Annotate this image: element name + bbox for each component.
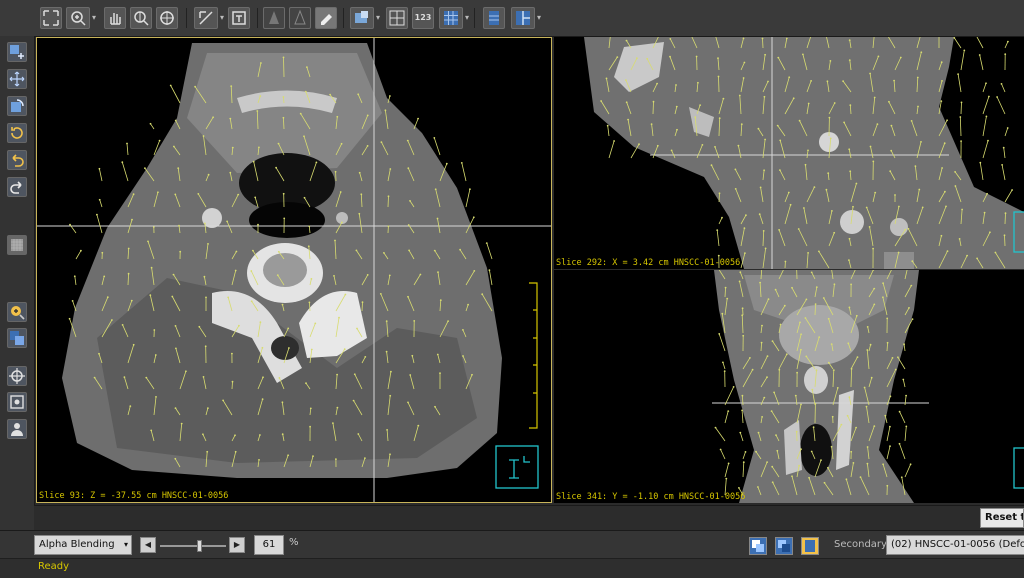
move-icon[interactable] bbox=[7, 69, 27, 89]
secondary-image-select[interactable]: (02) HNSCC-01-0056 (Defor bbox=[886, 535, 1024, 555]
divider bbox=[186, 8, 187, 28]
layer-toggle-icon[interactable] bbox=[749, 537, 767, 555]
axial-view[interactable]: Slice 93: Z = -37.55 cm HNSCC-01-0056 bbox=[36, 37, 552, 503]
rotate-view-icon[interactable] bbox=[7, 96, 27, 116]
opacity-slider[interactable] bbox=[160, 545, 226, 547]
divider bbox=[257, 8, 258, 28]
status-text: Ready bbox=[38, 561, 69, 572]
chevron-down-icon[interactable]: ▾ bbox=[374, 8, 382, 28]
coronal-ct-image bbox=[554, 270, 1024, 503]
sagittal-ct-image bbox=[554, 37, 1024, 269]
person-icon[interactable] bbox=[7, 419, 27, 439]
zoom-icon[interactable]: ▾ bbox=[66, 7, 90, 29]
single-column-icon[interactable] bbox=[483, 7, 505, 29]
main-toolbar: ▾ ▾ ▾ 123 ▾ ▾ bbox=[0, 0, 1024, 37]
coronal-slice-label: Slice 341: Y = -1.10 cm HNSCC-01-0056 bbox=[556, 492, 745, 502]
add-window-icon[interactable] bbox=[7, 42, 27, 62]
blend-control-bar: Alpha Blending ▾ ◀ ▶ 61 % Secondary (02)… bbox=[0, 530, 1024, 559]
texture-icon[interactable] bbox=[7, 235, 27, 255]
layer-back-icon[interactable] bbox=[801, 537, 819, 555]
left-toolbar bbox=[0, 36, 35, 556]
cone-outline-icon[interactable] bbox=[289, 7, 311, 29]
coronal-view[interactable]: Slice 341: Y = -1.10 cm HNSCC-01-0056 bbox=[554, 270, 1024, 503]
chevron-down-icon[interactable]: ▾ bbox=[90, 8, 98, 28]
split-layout-icon[interactable]: ▾ bbox=[511, 7, 535, 29]
crosshair-target-icon[interactable] bbox=[156, 7, 178, 29]
grid-select-icon[interactable]: ▾ bbox=[350, 7, 374, 29]
layer-front-icon[interactable] bbox=[775, 537, 793, 555]
chevron-down-icon[interactable]: ▾ bbox=[463, 8, 471, 28]
fit-icon[interactable] bbox=[40, 7, 62, 29]
chevron-down-icon: ▾ bbox=[124, 536, 128, 554]
zoom-plus-icon[interactable] bbox=[7, 302, 27, 322]
opacity-slider-thumb[interactable] bbox=[197, 540, 202, 552]
slider-left-button[interactable]: ◀ bbox=[140, 537, 156, 553]
sagittal-view[interactable]: Slice 292: X = 3.42 cm HNSCC-01-0056 bbox=[554, 37, 1024, 269]
divider bbox=[343, 8, 344, 28]
crosshair-icon[interactable] bbox=[7, 366, 27, 386]
sagittal-slice-label: Slice 292: X = 3.42 cm HNSCC-01-0056 bbox=[556, 258, 740, 268]
divider bbox=[474, 8, 475, 28]
copy-layers-icon[interactable] bbox=[7, 328, 27, 348]
pan-icon[interactable] bbox=[104, 7, 126, 29]
axial-slice-label: Slice 93: Z = -37.55 cm HNSCC-01-0056 bbox=[39, 491, 228, 501]
opacity-unit: % bbox=[289, 537, 299, 548]
slider-right-button[interactable]: ▶ bbox=[229, 537, 245, 553]
window-level-icon[interactable] bbox=[130, 7, 152, 29]
eraser-icon[interactable] bbox=[315, 7, 337, 29]
grid-icon[interactable]: ▾ bbox=[439, 7, 463, 29]
crosshair-layout-icon[interactable] bbox=[386, 7, 408, 29]
opacity-input[interactable]: 61 bbox=[254, 535, 284, 555]
chevron-down-icon[interactable]: ▾ bbox=[535, 8, 543, 28]
undo-icon[interactable] bbox=[7, 150, 27, 170]
status-bar: Ready bbox=[0, 558, 1024, 578]
axial-ct-image bbox=[37, 38, 551, 502]
refresh-icon[interactable] bbox=[7, 123, 27, 143]
cone-icon[interactable] bbox=[263, 7, 285, 29]
blend-mode-value: Alpha Blending bbox=[39, 539, 115, 550]
measure-icon[interactable]: ▾ bbox=[194, 7, 218, 29]
numbers-icon[interactable]: 123 bbox=[412, 7, 434, 29]
redo-icon[interactable] bbox=[7, 177, 27, 197]
reset-button[interactable]: Reset t bbox=[980, 508, 1024, 528]
target-icon[interactable] bbox=[7, 392, 27, 412]
blend-mode-select[interactable]: Alpha Blending ▾ bbox=[34, 535, 132, 555]
secondary-label: Secondary bbox=[834, 539, 887, 550]
chevron-down-icon[interactable]: ▾ bbox=[218, 8, 226, 28]
annotation-icon[interactable] bbox=[228, 7, 250, 29]
view-footer-bar: Reset t bbox=[34, 505, 1024, 530]
